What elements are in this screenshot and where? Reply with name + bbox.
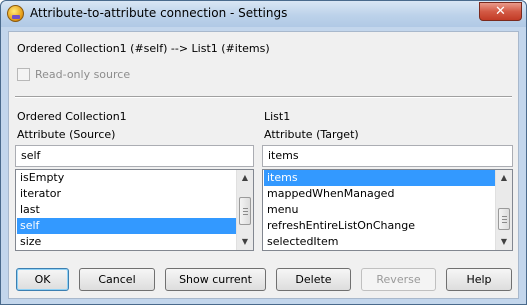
list-item[interactable]: mappedWhenManaged <box>264 186 495 202</box>
separator <box>15 96 512 98</box>
target-attribute-label: Attribute (Target) <box>264 128 359 141</box>
list-item[interactable]: menu <box>264 202 495 218</box>
arrow-down-icon[interactable]: ▼ <box>237 234 253 250</box>
settings-dialog: Attribute-to-attribute connection - Sett… <box>0 0 527 305</box>
reverse-button[interactable]: Reverse <box>361 268 436 291</box>
arrow-up-icon[interactable]: ▲ <box>237 170 253 186</box>
readonly-source-label: Read-only source <box>35 68 131 81</box>
source-list-items: isEmpty iterator last self size <box>17 170 236 250</box>
target-scrollbar[interactable]: ▲ ▼ <box>495 170 512 250</box>
list-item[interactable]: isEmpty <box>17 170 236 186</box>
source-scrollbar[interactable]: ▲ ▼ <box>236 170 253 250</box>
cancel-button[interactable]: Cancel <box>79 268 155 291</box>
source-attribute-label: Attribute (Source) <box>17 128 116 141</box>
show-current-button[interactable]: Show current <box>165 268 266 291</box>
list-item[interactable]: iterator <box>17 186 236 202</box>
target-attribute-input[interactable]: items <box>262 145 513 167</box>
title-bar[interactable]: Attribute-to-attribute connection - Sett… <box>1 1 526 27</box>
arrow-down-icon[interactable]: ▼ <box>496 234 512 250</box>
readonly-source-checkbox[interactable]: Read-only source <box>17 68 130 81</box>
dialog-body: Ordered Collection1 (#self) --> List1 (#… <box>8 31 519 299</box>
list-item[interactable]: selectionIndex <box>264 250 495 251</box>
list-item[interactable]: selectedItem <box>264 234 495 250</box>
list-item[interactable]: last <box>17 202 236 218</box>
checkbox-box[interactable] <box>17 68 30 81</box>
source-attribute-input[interactable]: self <box>15 145 254 167</box>
scroll-thumb[interactable] <box>498 208 510 230</box>
ok-button[interactable]: OK <box>16 268 69 291</box>
scroll-thumb[interactable] <box>239 197 251 225</box>
delete-button[interactable]: Delete <box>276 268 351 291</box>
target-list-items: items mappedWhenManaged menu refreshEntireL… <box>264 170 495 251</box>
help-button[interactable]: Help <box>446 268 512 291</box>
close-icon[interactable]: ✕ <box>479 2 522 21</box>
source-object-label: Ordered Collection1 <box>17 110 127 123</box>
list-item[interactable]: items <box>264 170 495 186</box>
target-object-label: List1 <box>264 110 291 123</box>
arrow-up-icon[interactable]: ▲ <box>496 170 512 186</box>
list-item[interactable]: size <box>17 234 236 250</box>
window-title: Attribute-to-attribute connection - Sett… <box>30 6 288 20</box>
target-attribute-list[interactable]: items mappedWhenManaged menu refreshEntireL… <box>262 169 513 251</box>
source-attribute-list[interactable]: isEmpty iterator last self size ▲ ▼ <box>15 169 254 251</box>
app-icon <box>7 5 24 22</box>
list-item[interactable]: refreshEntireListOnChange <box>264 218 495 234</box>
list-item[interactable]: self <box>17 218 236 234</box>
connection-description: Ordered Collection1 (#self) --> List1 (#… <box>17 42 270 55</box>
